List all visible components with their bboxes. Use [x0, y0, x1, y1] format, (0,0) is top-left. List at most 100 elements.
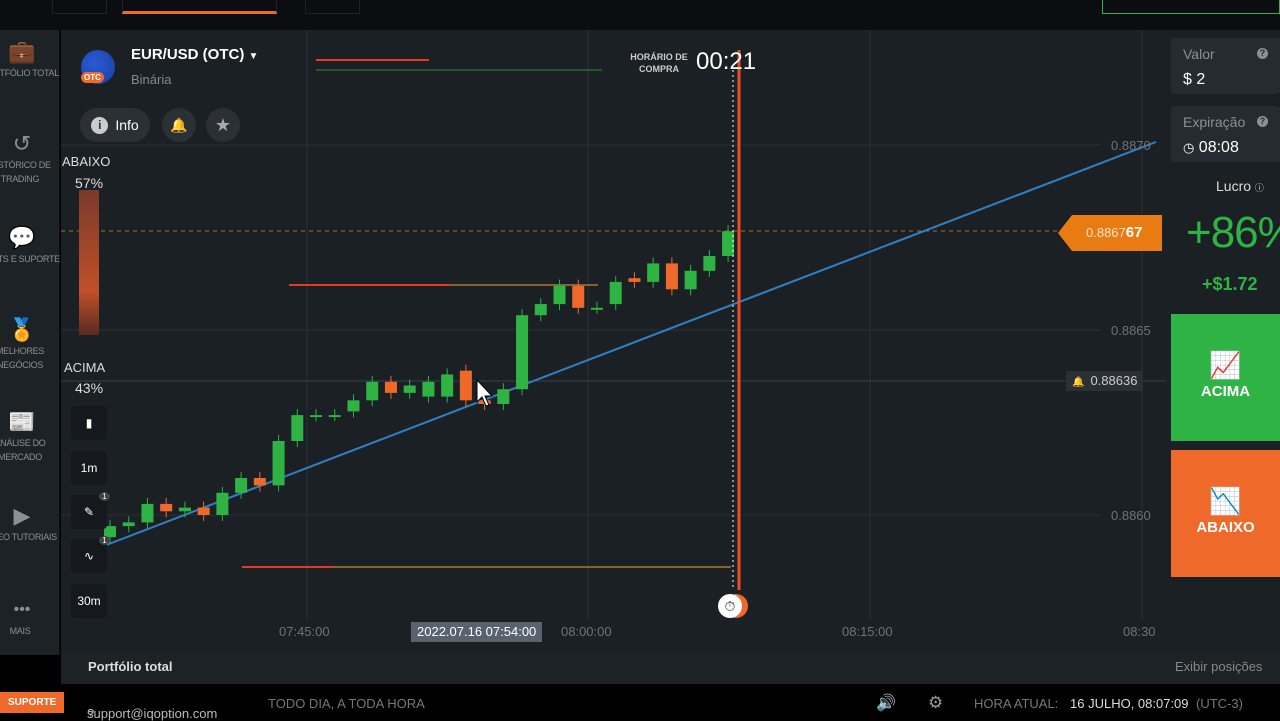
top-bar: [0, 0, 1280, 30]
sidebar-item-video-tutorials[interactable]: ▶Vídeo tutoriais: [0, 502, 60, 544]
bell-icon: 🔔: [1072, 377, 1085, 388]
trend-down-icon: 📉: [1209, 486, 1242, 516]
wave-icon: ∿: [83, 549, 95, 563]
candle: [516, 315, 529, 390]
top-tab[interactable]: [52, 0, 107, 14]
otc-badge: OTC: [81, 72, 104, 83]
top-tab[interactable]: [305, 0, 360, 14]
more-icon: •••: [13, 601, 31, 618]
candle: [422, 381, 435, 397]
candle: [590, 307, 603, 310]
amount-field[interactable]: Valor? $ 2: [1171, 38, 1280, 94]
briefcase-icon: 💼: [8, 39, 36, 64]
candle: [441, 374, 454, 397]
candle: [665, 263, 678, 290]
stopwatch-icon: ⏱: [718, 594, 742, 618]
time-tick: 08:15:00: [842, 624, 893, 639]
sidebar-item-best-deals[interactable]: 🏅 Melhores negócios: [0, 316, 60, 372]
timer-label: HORÁRIO DE COMPRA: [630, 52, 688, 74]
sidebar: 💼Portfólio total ↺Histórico de trading 💬…: [0, 30, 60, 655]
portfolio-bar: Portfólio total Exibir posições: [61, 650, 1280, 684]
candle: [272, 441, 285, 486]
period-button[interactable]: 30m: [71, 584, 107, 618]
timeframe-button[interactable]: 1m: [71, 451, 107, 485]
candle: [216, 492, 229, 515]
candle: [291, 415, 304, 441]
help-icon: ?: [1257, 48, 1268, 59]
candle: [141, 503, 154, 523]
settings-icon[interactable]: ⚙: [928, 693, 943, 713]
portfolio-title: Portfólio total: [88, 659, 173, 674]
candle: [178, 507, 191, 512]
star-icon[interactable]: ★: [206, 108, 240, 142]
support-button[interactable]: SUPORTE: [0, 692, 65, 713]
trade-panel: Valor?$ 2 Expiração?◷ 08:08 Lucro ⓘ +86%…: [1166, 30, 1280, 650]
chart-type-button[interactable]: ▮: [71, 406, 107, 440]
asset-name[interactable]: EUR/USD (OTC) ▼: [131, 46, 258, 63]
indicators-button[interactable]: ∿ 1: [71, 536, 110, 573]
call-button[interactable]: 📈 ACIMA: [1171, 314, 1280, 441]
candles-icon: ▮: [85, 416, 93, 430]
candle: [609, 281, 622, 305]
expiration-field[interactable]: Expiração? ◷ 08:08: [1171, 106, 1280, 162]
show-positions-link[interactable]: Exibir posições: [1175, 659, 1262, 674]
candle: [722, 231, 735, 256]
price-chart[interactable]: OTC EUR/USD (OTC) ▼ Binária i Info 🔔 ★ AB…: [61, 30, 1166, 650]
profit-label: Lucro ⓘ: [1216, 178, 1264, 194]
bell-icon[interactable]: 🔔: [162, 108, 196, 142]
candle: [347, 400, 360, 412]
sentiment-up-label: ACIMA: [64, 360, 106, 375]
candle: [310, 415, 323, 418]
candle: [459, 370, 472, 401]
history-icon: ↺: [12, 131, 32, 156]
deposit-area[interactable]: [1102, 0, 1280, 14]
news-icon: 📰: [8, 409, 36, 434]
chevron-down-icon: ▼: [248, 51, 259, 62]
sidebar-item-more[interactable]: ••• Mais: [0, 596, 60, 638]
sidebar-item-market-analysis[interactable]: 📰Análise do mercado: [0, 408, 60, 464]
sidebar-item-chats[interactable]: 💬Chats e suporte: [0, 224, 60, 266]
put-button[interactable]: 📉 ABAIXO: [1171, 450, 1280, 577]
help-icon: ?: [1257, 116, 1268, 127]
volume-icon[interactable]: 🔊: [876, 693, 896, 713]
help-icon: ⓘ: [1254, 183, 1264, 193]
candle: [122, 522, 135, 527]
price-tick: 0.8865: [1111, 323, 1151, 338]
cursor-time-label: 2022.07.16 07:54:00: [411, 622, 543, 642]
candle: [235, 478, 248, 493]
candle: [647, 263, 660, 282]
profit-percent: +86%: [1186, 208, 1280, 257]
sentiment-down-label: ABAIXO: [62, 154, 111, 169]
candle: [384, 381, 397, 393]
time-tick: 07:45:00: [279, 624, 330, 639]
candle: [328, 415, 341, 418]
play-icon: ▶: [13, 503, 31, 528]
price-tick: 0.8870: [1111, 138, 1151, 153]
sidebar-item-portfolio[interactable]: 💼Portfólio total: [0, 38, 60, 80]
candle: [703, 256, 716, 271]
candle: [553, 285, 566, 305]
current-price-tag: 0.886767: [1058, 215, 1162, 251]
candle: [197, 507, 210, 515]
footer: SUPORTE ? support@iqoption.com TODO DIA,…: [0, 686, 1280, 721]
profit-amount: +$1.72: [1202, 274, 1258, 294]
candle: [403, 385, 416, 393]
time-label: HORA ATUAL:: [974, 696, 1059, 711]
award-icon: 🏅: [8, 317, 36, 342]
time-tick: 08:30: [1123, 624, 1156, 639]
candle: [628, 278, 641, 282]
info-icon: i: [91, 116, 109, 134]
candle: [572, 285, 585, 308]
chat-icon: 💬: [8, 225, 36, 250]
purchase-timer: 00:21: [696, 48, 757, 75]
sentiment-bar: [79, 190, 99, 335]
candle: [684, 270, 697, 290]
drawing-tool-button[interactable]: ✎ 1: [71, 492, 110, 529]
sentiment-up-pct: 43%: [75, 380, 104, 396]
active-top-tab[interactable]: [122, 0, 277, 14]
price-alert-tag[interactable]: 🔔 0.88636: [1066, 371, 1144, 391]
info-button[interactable]: i Info: [80, 108, 150, 142]
sentiment-down-pct: 57%: [75, 175, 104, 191]
candle: [534, 304, 547, 316]
sidebar-item-history[interactable]: ↺Histórico de trading: [0, 130, 60, 186]
